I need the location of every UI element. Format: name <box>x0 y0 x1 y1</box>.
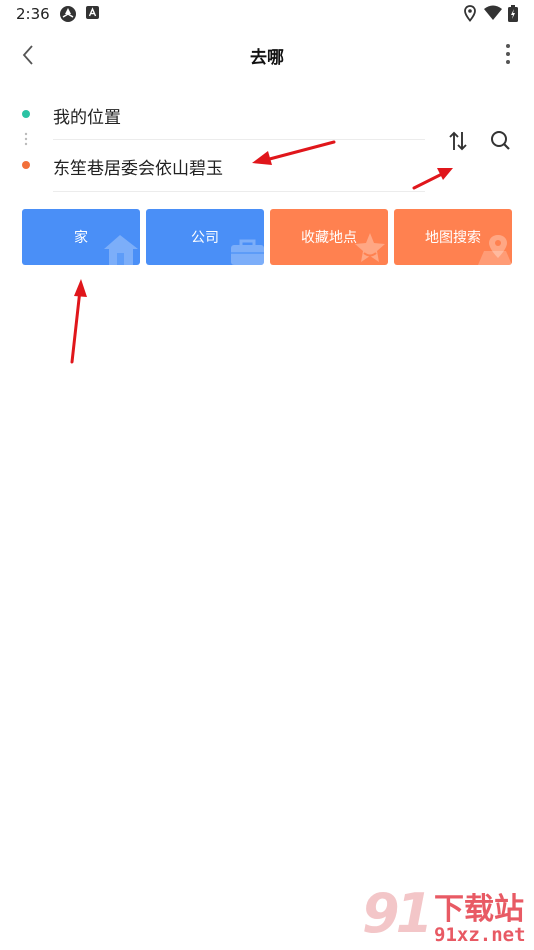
swap-vertical-icon <box>449 131 467 151</box>
search-button[interactable] <box>485 126 515 156</box>
company-shortcut-button[interactable]: 公司 <box>146 209 264 265</box>
destination-dot <box>22 161 30 169</box>
destination-input[interactable] <box>50 150 430 182</box>
home-shortcut-button[interactable]: 家 <box>22 209 140 265</box>
location-icon <box>464 5 476 22</box>
swap-button[interactable] <box>443 126 473 156</box>
search-icon <box>491 131 510 150</box>
watermark: 91 下载站 91xz.net <box>362 880 534 950</box>
battery-icon <box>508 5 518 22</box>
favorites-shortcut-label: 收藏地点 <box>301 230 357 246</box>
home-shortcut-label: 家 <box>74 230 88 246</box>
arrow-to-home <box>70 279 87 364</box>
status-time: 2:36 <box>16 5 50 23</box>
wifi-icon <box>484 5 502 20</box>
origin-text: 我的位置 <box>53 108 121 128</box>
app-bar: 去哪 <box>0 28 534 82</box>
more-vertical-icon <box>506 44 510 64</box>
status-bar: 2:36 <box>0 0 534 28</box>
origin-divider <box>53 139 425 140</box>
destination-divider <box>53 191 425 192</box>
map-search-shortcut-label: 地图搜索 <box>425 230 481 246</box>
aperture-icon <box>60 6 76 22</box>
favorites-shortcut-button[interactable]: 收藏地点 <box>270 209 388 265</box>
company-shortcut-label: 公司 <box>191 230 219 246</box>
origin-dot <box>22 110 30 118</box>
map-search-shortcut-button[interactable]: 地图搜索 <box>394 209 512 265</box>
app-notification-icon <box>86 6 99 19</box>
route-connector-dots <box>24 132 28 146</box>
watermark-logo: 91 <box>362 882 433 945</box>
watermark-brand: 下载站 <box>434 892 524 927</box>
page-title: 去哪 <box>250 48 284 68</box>
watermark-domain: 91xz.net <box>434 924 526 946</box>
more-options-button[interactable] <box>498 40 518 70</box>
